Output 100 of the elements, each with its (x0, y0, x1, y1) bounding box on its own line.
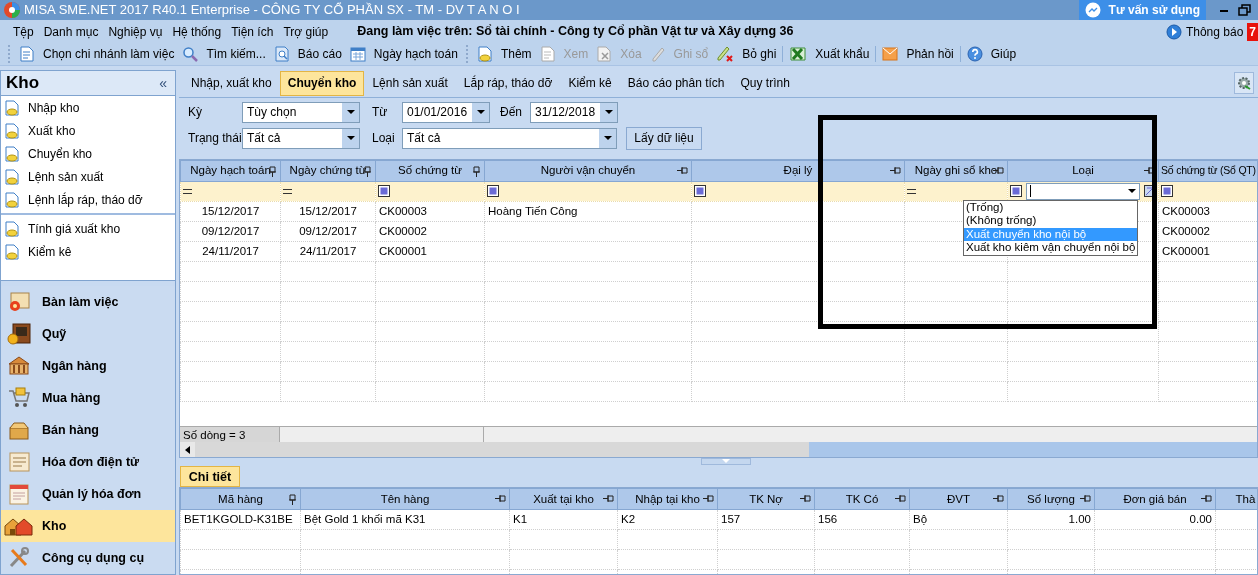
date-field[interactable]: 01/01/2016 (402, 101, 490, 123)
toolbar-button[interactable]: Phản hồi (878, 44, 958, 64)
detail-cell: 1.00 (1068, 513, 1091, 526)
document-icon (4, 191, 20, 208)
date-field[interactable]: 31/12/2018 (530, 101, 618, 123)
globe-icon (1165, 23, 1182, 40)
menu-item[interactable]: Hệ thống (167, 22, 227, 41)
scroll-thumb[interactable] (195, 442, 809, 458)
document-icon (4, 168, 20, 185)
field-label: Loại (372, 130, 396, 148)
sidebar-item[interactable]: Lệnh sản xuất (1, 165, 175, 188)
table-cell: 09/12/2017 (299, 224, 357, 237)
sidebar-item[interactable]: Lệnh lắp ráp, tháo dỡ (1, 188, 175, 211)
toolbar-button[interactable]: Bỏ ghi (712, 44, 781, 64)
tab[interactable]: Kiểm kê (560, 70, 620, 96)
toolbar-button[interactable]: Tìm kiếm... (178, 44, 270, 64)
row-count: Số dòng = 3 (180, 427, 280, 443)
menu-item[interactable]: Trợ giúp (278, 22, 334, 41)
column-header[interactable]: Số chứng từ (375, 160, 485, 182)
caret-icon (346, 110, 355, 115)
document-icon (4, 243, 20, 260)
panel-title: Kho (6, 72, 40, 95)
column-header[interactable]: Mã hàng (180, 488, 301, 510)
status-dropdown[interactable]: Tất cả (242, 127, 360, 149)
filter-input[interactable] (1026, 182, 1140, 200)
detail-cell: K1 (513, 513, 528, 526)
column-header[interactable]: Số chứng từ (Sổ QT) (1158, 160, 1257, 182)
sidebar-item[interactable]: Chuyển kho (1, 142, 175, 165)
detail-tab[interactable]: Chi tiết (180, 466, 240, 488)
column-header[interactable]: Số lượng (1007, 488, 1095, 510)
fetch-button[interactable]: Lấy dữ liệu (626, 126, 702, 150)
tab[interactable]: Lắp ráp, tháo dỡ (455, 70, 561, 96)
column-header[interactable]: Người vận chuyển (484, 160, 692, 182)
splitter-handle[interactable] (701, 458, 751, 466)
toolbar-button[interactable]: Giúp (962, 44, 1021, 64)
table-cell: CK00001 (1162, 244, 1210, 257)
pencil-icon (716, 46, 735, 62)
column-header[interactable]: Ngày hạch toán (180, 160, 281, 182)
column-header[interactable]: TK Nợ (717, 488, 815, 510)
dropdown-option[interactable]: Xuất kho kiêm vận chuyển nội bộ (964, 241, 1137, 255)
table-cell: 24/11/2017 (299, 244, 357, 257)
tab[interactable]: Chuyển kho (279, 70, 365, 96)
module-button[interactable]: Kho (1, 510, 175, 542)
table-cell: 09/12/2017 (201, 224, 260, 237)
document-icon (19, 46, 35, 62)
tab[interactable]: Nhập, xuất kho (183, 70, 280, 96)
document-icon (4, 220, 20, 237)
column-header[interactable]: Xuất tại kho (509, 488, 618, 510)
column-header[interactable]: Tên hàng (300, 488, 510, 510)
menu-item[interactable]: Tệp (8, 22, 39, 41)
sidebar-item[interactable]: Nhập kho (1, 96, 175, 119)
column-header[interactable]: ĐVT (909, 488, 1008, 510)
column-header[interactable]: Ngày ghi sổ kho (904, 160, 1008, 182)
workspace-notice: Đang làm việc trên: Sổ tài chính - Công ty Cổ phần Vật tư và Xây dựng 36 (357, 23, 795, 41)
sidebar-item[interactable]: Xuất kho (1, 119, 175, 142)
column-header[interactable]: Đại lý (691, 160, 905, 182)
dropdown-option[interactable]: (Trống) (964, 200, 1137, 215)
chat-icon (1084, 2, 1101, 18)
menu-item[interactable]: Danh mục (38, 22, 104, 41)
table-cell: CK00003 (379, 204, 427, 217)
sidebar-item[interactable]: Tính giá xuất kho (1, 217, 175, 240)
toolbar-button[interactable]: Thêm (472, 44, 536, 64)
dropdown-option[interactable]: (Không trống) (964, 214, 1137, 228)
menu-item[interactable]: Tiện ích (226, 22, 279, 41)
table-cell: CK00002 (379, 224, 427, 237)
column-header[interactable]: Ngày chứng từ (280, 160, 376, 182)
field-label: Kỳ (188, 104, 203, 122)
type-dropdown[interactable]: Tất cả (402, 127, 617, 149)
toolbar-button[interactable]: Xuất khẩu (785, 44, 874, 64)
sidebar-item[interactable]: Kiểm kê (1, 240, 175, 263)
tab[interactable]: Lệnh sản xuất (364, 70, 456, 96)
toolbar-button[interactable]: Chọn chi nhánh làm việc (15, 44, 179, 64)
period-dropdown[interactable]: Tùy chọn (242, 101, 360, 123)
tab[interactable]: Quy trình (732, 70, 798, 96)
detail-cell: K2 (621, 513, 636, 526)
field-label: Từ (372, 104, 389, 122)
notification-badge: 7 (1247, 22, 1258, 41)
detail-cell: 156 (818, 513, 838, 526)
toolbar-button[interactable]: Báo cáo (269, 44, 346, 64)
field-label: Đến (500, 104, 523, 122)
detail-cell: 157 (721, 513, 741, 526)
column-header[interactable]: Đơn giá bán (1094, 488, 1216, 510)
column-header[interactable]: Thà (1215, 488, 1257, 510)
settings-button[interactable] (1234, 72, 1254, 95)
column-header[interactable]: Loại (1007, 160, 1159, 182)
caret-icon (346, 136, 355, 141)
tab[interactable]: Báo cáo phân tích (619, 70, 733, 96)
toolbar-button[interactable]: Ngày hạch toán (345, 44, 462, 64)
caret-icon (1128, 189, 1136, 194)
collapse-button[interactable]: « (156, 72, 170, 94)
column-header[interactable]: TK Có (814, 488, 910, 510)
caret-icon (476, 110, 485, 115)
report-icon (273, 46, 290, 62)
scrollbar[interactable] (180, 442, 1257, 458)
column-header[interactable]: Nhập tại kho (617, 488, 718, 510)
table-cell: Hoàng Tiến Công (488, 204, 578, 217)
menu-item[interactable]: Nghiệp vụ (103, 22, 168, 41)
spreadsheet-icon (789, 46, 808, 62)
caret-icon (604, 110, 613, 115)
notification-button[interactable]: Thông báo (1165, 21, 1244, 42)
